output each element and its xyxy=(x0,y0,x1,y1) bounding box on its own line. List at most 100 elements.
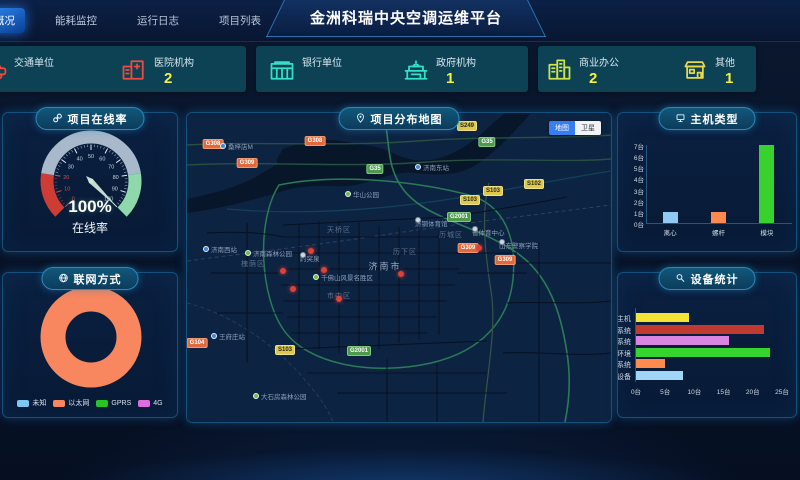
map-toggle-卫星[interactable]: 卫星 xyxy=(575,121,601,135)
metro-marker-icon xyxy=(220,143,226,149)
map-poi: 桑梓店M xyxy=(220,141,253,151)
svg-text:10: 10 xyxy=(64,187,70,193)
map-poi: 华山公园 xyxy=(345,189,379,199)
project-marker[interactable] xyxy=(476,245,482,251)
road-badge-G35: G35 xyxy=(366,164,383,174)
bar-螺杆[interactable] xyxy=(711,212,726,223)
wrench-icon xyxy=(676,270,686,288)
bar-离心[interactable] xyxy=(663,212,678,223)
svg-text:70: 70 xyxy=(108,164,114,170)
page-title: 金洲科瑞中央空调运维平台 xyxy=(266,0,546,37)
map-poi: 山东警察学院 xyxy=(499,240,538,250)
bar-category-label: 小环境 xyxy=(617,349,631,359)
y-tick-label: 5台 xyxy=(620,163,644,173)
legend-item-未知[interactable]: 未知 xyxy=(17,398,46,408)
poi-label: 华山公园 xyxy=(353,189,379,199)
svg-text:80: 80 xyxy=(113,175,119,181)
legend-swatch xyxy=(53,400,65,407)
bottom-glow xyxy=(0,424,800,480)
stat-value: 2 xyxy=(579,70,619,87)
map-poi: 济南西站 xyxy=(203,244,237,254)
shop-icon xyxy=(681,54,709,89)
road-badge-S102: S102 xyxy=(524,179,544,189)
bar-category-label: 量设备 xyxy=(617,372,631,382)
project-marker[interactable] xyxy=(308,248,314,254)
bar-模块[interactable] xyxy=(759,145,774,223)
road-badge-G35: G35 xyxy=(478,137,495,147)
project-marker[interactable] xyxy=(321,267,327,273)
road-badge-G309: G309 xyxy=(495,255,516,265)
nav-tab-3[interactable]: 运行日志 xyxy=(127,8,189,33)
y-tick-label: 1台 xyxy=(620,208,644,218)
stat-text: 交通单位 xyxy=(14,54,54,87)
stat-text: 商业办公2 xyxy=(579,54,619,87)
stat-text: 医院机构2 xyxy=(154,54,194,87)
svg-text:20: 20 xyxy=(63,175,69,181)
host-machine-icon xyxy=(676,110,686,128)
stat-item-交通单位: 交通单位 xyxy=(0,54,54,89)
stat-card-1: 交通单位 医院机构2 xyxy=(0,46,246,92)
project-marker[interactable] xyxy=(280,268,286,274)
map-poi: 趵突泉 xyxy=(300,253,320,263)
legend-item-以太网[interactable]: 以太网 xyxy=(53,398,89,408)
nav-tab-1[interactable]: 概况 xyxy=(0,8,25,33)
bar-category-label: 水系统 xyxy=(617,326,631,336)
bar-量设备[interactable] xyxy=(636,371,683,380)
stat-value: 1 xyxy=(436,70,476,87)
stat-item-银行单位: 银行单位 xyxy=(268,54,342,89)
x-tick-label: 10台 xyxy=(684,386,704,396)
legend-item-GPRS[interactable]: GPRS xyxy=(96,398,131,408)
stat-value xyxy=(14,70,54,87)
map-poi: 省体育中心 xyxy=(472,227,505,237)
stat-value: 1 xyxy=(715,70,735,87)
y-tick-label: 6台 xyxy=(620,152,644,162)
nav-tab-4[interactable]: 项目列表 xyxy=(209,8,271,33)
road-badge-S249: S249 xyxy=(457,121,477,131)
bar-水系统[interactable] xyxy=(636,325,764,334)
panel-title: 主机类型 xyxy=(691,111,739,127)
panel-title: 联网方式 xyxy=(74,271,122,287)
map-toggle-地图[interactable]: 地图 xyxy=(549,121,575,135)
stat-item-其他: 其他1 xyxy=(681,54,735,89)
title-box: 金洲科瑞中央空调运维平台 xyxy=(266,0,546,37)
bar-小环境[interactable] xyxy=(636,348,770,357)
donut-slice-以太网[interactable] xyxy=(53,299,129,375)
map-overlay: G308G308G309G309G309G104S249G35G35S103S1… xyxy=(187,113,611,422)
road-badge-G2001: G2001 xyxy=(447,212,471,222)
stat-card-3: 商业办公2 其他1 xyxy=(538,46,756,92)
bar-主机[interactable] xyxy=(636,313,689,322)
network-donut-chart[interactable] xyxy=(3,279,178,395)
nav-tab-2[interactable]: 能耗监控 xyxy=(45,8,107,33)
bar-category-label: 风系统 xyxy=(617,337,631,347)
link-icon xyxy=(53,110,63,128)
panel-title: 项目在线率 xyxy=(68,111,128,127)
legend-item-4G[interactable]: 4G xyxy=(138,398,162,408)
online-rate-label: 在线率 xyxy=(3,219,177,236)
panel-title: 设备统计 xyxy=(691,271,739,287)
stat-item-商业办公: 商业办公2 xyxy=(545,54,619,89)
road-badge-G2001: G2001 xyxy=(347,346,371,356)
metro-marker-icon xyxy=(415,164,421,170)
park-marker-icon xyxy=(345,191,351,197)
project-marker[interactable] xyxy=(398,271,404,277)
panel-host-type: 0台1台2台3台4台5台6台7台离心螺杆模块 主机类型 xyxy=(617,112,797,252)
legend-swatch xyxy=(17,400,29,407)
x-tick-label: 25台 xyxy=(772,386,792,396)
map-poi: 济钢体育馆 xyxy=(415,218,448,228)
car-icon xyxy=(0,54,8,89)
bar-热系统[interactable] xyxy=(636,359,665,368)
road-badge-S103: S103 xyxy=(275,345,295,355)
poi-label: 济南西站 xyxy=(211,244,237,254)
y-tick-label: 2台 xyxy=(620,197,644,207)
poi-label: 大石房森林公园 xyxy=(261,391,307,401)
x-tick-label: 15台 xyxy=(714,386,734,396)
stat-value: 2 xyxy=(154,70,194,87)
bar-风系统[interactable] xyxy=(636,336,729,345)
project-marker[interactable] xyxy=(290,286,296,292)
y-tick-label: 4台 xyxy=(620,174,644,184)
svg-text:40: 40 xyxy=(77,157,83,163)
poi-label: 济南东站 xyxy=(423,162,449,172)
project-marker[interactable] xyxy=(336,296,342,302)
panel-device-header: 设备统计 xyxy=(659,267,756,290)
dashboard-background: 概况能耗监控运行日志项目列表视频监控 金洲科瑞中央空调运维平台 交通单位医院机构… xyxy=(0,0,800,480)
